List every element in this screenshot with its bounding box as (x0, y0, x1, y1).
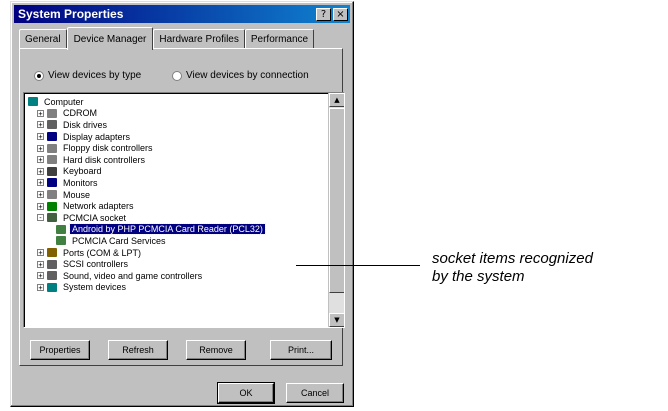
floppy-controller-icon (47, 143, 57, 153)
tab-device-manager[interactable]: Device Manager (66, 27, 154, 50)
tree-item-label: Sound, video and game controllers (63, 270, 203, 281)
tree-item[interactable]: + System devices (28, 282, 326, 294)
expand-icon[interactable]: + (37, 121, 44, 129)
tree-item[interactable]: + Display adapters (28, 131, 326, 143)
tree-item[interactable]: + Sound, video and game controllers (28, 270, 326, 282)
tree-item-label: PCMCIA Card Services (72, 235, 166, 246)
title-bar[interactable]: System Properties ? × (14, 5, 350, 23)
tree-item-label: Computer (44, 96, 84, 107)
collapse-icon[interactable]: - (37, 214, 44, 222)
properties-button[interactable]: Properties (30, 340, 90, 360)
close-button[interactable]: × (333, 7, 348, 21)
callout-text: socket items recognized by the system (432, 250, 593, 286)
tab-hardware-profiles[interactable]: Hardware Profiles (153, 29, 245, 49)
tree-item[interactable]: + Floppy disk controllers (28, 142, 326, 154)
device-tree-items: Computer + CDROM + Disk drives + Display adapt… (28, 96, 326, 293)
tree-item-label: Display adapters (63, 131, 131, 142)
system-devices-icon (47, 282, 57, 292)
monitor-icon (47, 178, 57, 188)
device-tree[interactable]: Computer + CDROM + Disk drives + Display adapt… (23, 92, 345, 328)
refresh-button[interactable]: Refresh (108, 340, 168, 360)
pcmcia-socket-icon (47, 213, 57, 223)
mouse-icon (47, 190, 57, 200)
ports-icon (47, 248, 57, 258)
callout-line-1: socket items recognized (432, 250, 593, 267)
tree-item-label: Floppy disk controllers (63, 143, 153, 154)
view-by-type-radio[interactable] (34, 70, 44, 81)
scsi-controller-icon (47, 259, 57, 269)
vertical-scrollbar[interactable]: ▲ ▼ (328, 93, 344, 327)
tree-item[interactable]: + Network adapters (28, 200, 326, 212)
tree-item[interactable]: + Hard disk controllers (28, 154, 326, 166)
tree-item[interactable]: Android by PHP PCMCIA Card Reader (PCL32… (28, 223, 326, 236)
pcmcia-device-icon (56, 224, 66, 234)
tree-item-label: Hard disk controllers (63, 154, 146, 165)
scroll-up-button[interactable]: ▲ (329, 93, 344, 107)
expand-icon[interactable]: + (37, 109, 44, 117)
tree-item[interactable]: + Mouse (28, 189, 326, 201)
hard-disk-controller-icon (47, 155, 57, 165)
ok-button[interactable]: OK (217, 382, 275, 404)
tree-item-label: Mouse (63, 189, 91, 200)
expand-icon[interactable]: + (37, 156, 44, 164)
network-adapter-icon (47, 201, 57, 211)
window-title: System Properties (18, 7, 124, 21)
remove-button[interactable]: Remove (186, 340, 246, 360)
expand-icon[interactable]: + (37, 249, 44, 257)
tree-item-label: Keyboard (63, 166, 102, 177)
tree-item[interactable]: - PCMCIA socket (28, 212, 326, 224)
disk-drive-icon (47, 120, 57, 130)
view-by-type-option[interactable]: View devices by type (34, 70, 141, 81)
tree-item[interactable]: + SCSI controllers (28, 258, 326, 270)
callout-line (296, 265, 420, 266)
tab-general[interactable]: General (19, 29, 67, 49)
tree-item[interactable]: + Ports (COM & LPT) (28, 247, 326, 259)
tree-item[interactable]: + Disk drives (28, 119, 326, 131)
tree-item[interactable]: + Monitors (28, 177, 326, 189)
tab-strip: General Device Manager Hardware Profiles… (19, 27, 315, 50)
keyboard-icon (47, 166, 57, 176)
expand-icon[interactable]: + (37, 133, 44, 141)
tree-item-label: PCMCIA socket (63, 212, 127, 223)
tree-item-label: Disk drives (63, 119, 108, 130)
tree-item-label: Network adapters (63, 201, 134, 212)
sound-controller-icon (47, 271, 57, 281)
expand-icon[interactable]: + (37, 283, 44, 291)
tree-item-label: Monitors (63, 177, 98, 188)
expand-icon[interactable]: + (37, 272, 44, 280)
tree-item-label: SCSI controllers (63, 259, 129, 270)
tree-item-label: CDROM (63, 108, 97, 119)
callout-line-2: by the system (432, 268, 525, 285)
tab-performance[interactable]: Performance (244, 29, 315, 49)
computer-icon (28, 97, 38, 107)
cdrom-icon (47, 108, 57, 118)
tree-item[interactable]: + CDROM (28, 108, 326, 120)
view-by-connection-radio[interactable] (172, 70, 182, 81)
view-by-connection-option[interactable]: View devices by connection (172, 70, 309, 81)
pcmcia-device-icon (56, 236, 66, 246)
cancel-button[interactable]: Cancel (286, 383, 344, 403)
help-button[interactable]: ? (316, 7, 331, 21)
expand-icon[interactable]: + (37, 167, 44, 175)
print-button[interactable]: Print... (270, 340, 332, 360)
expand-icon[interactable]: + (37, 179, 44, 187)
tree-item[interactable]: Computer (28, 96, 326, 108)
view-by-connection-label: View devices by connection (186, 70, 309, 81)
tree-item[interactable]: + Keyboard (28, 166, 326, 178)
tree-item-label: Android by PHP PCMCIA Card Reader (PCL32… (69, 223, 266, 236)
expand-icon[interactable]: + (37, 144, 44, 152)
scroll-down-button[interactable]: ▼ (329, 313, 344, 327)
expand-icon[interactable]: + (37, 191, 44, 199)
display-adapter-icon (47, 132, 57, 142)
tree-item-label: System devices (63, 282, 127, 293)
view-by-type-label: View devices by type (48, 70, 142, 81)
expand-icon[interactable]: + (37, 202, 44, 210)
tree-item-label: Ports (COM & LPT) (63, 247, 142, 258)
expand-icon[interactable]: + (37, 260, 44, 268)
tree-item[interactable]: PCMCIA Card Services (28, 235, 326, 247)
